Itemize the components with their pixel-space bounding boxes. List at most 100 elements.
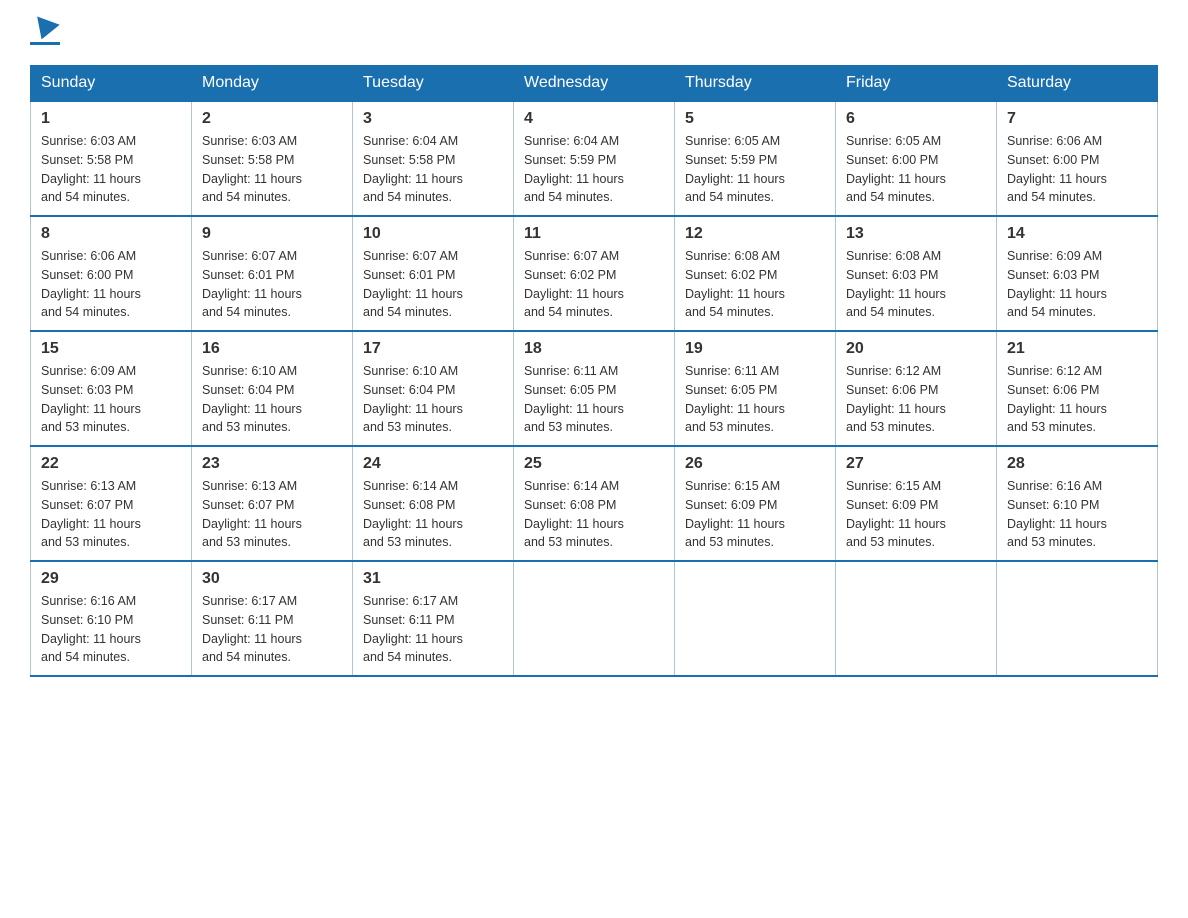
table-row: 12 Sunrise: 6:08 AMSunset: 6:02 PMDayligh… [675,216,836,331]
day-number: 22 [41,455,181,473]
calendar-table: Sunday Monday Tuesday Wednesday Thursday… [30,65,1158,677]
logo [30,20,60,45]
col-monday: Monday [192,66,353,102]
table-row [997,561,1158,676]
table-row: 15 Sunrise: 6:09 AMSunset: 6:03 PMDayligh… [31,331,192,446]
day-number: 13 [846,225,986,243]
calendar-header-row: Sunday Monday Tuesday Wednesday Thursday… [31,66,1158,102]
day-info: Sunrise: 6:15 AMSunset: 6:09 PMDaylight:… [685,477,825,552]
day-number: 2 [202,110,342,128]
day-number: 30 [202,570,342,588]
day-info: Sunrise: 6:11 AMSunset: 6:05 PMDaylight:… [524,362,664,437]
day-number: 14 [1007,225,1147,243]
day-number: 17 [363,340,503,358]
col-saturday: Saturday [997,66,1158,102]
table-row: 11 Sunrise: 6:07 AMSunset: 6:02 PMDayligh… [514,216,675,331]
table-row: 25Sunrise: 6:14 AMSunset: 6:08 PMDayligh… [514,446,675,561]
table-row: 17 Sunrise: 6:10 AMSunset: 6:04 PMDayligh… [353,331,514,446]
day-info: Sunrise: 6:03 AMSunset: 5:58 PMDaylight:… [41,132,181,207]
day-info: Sunrise: 6:04 AMSunset: 5:58 PMDaylight:… [363,132,503,207]
table-row: 8Sunrise: 6:06 AMSunset: 6:00 PMDaylight… [31,216,192,331]
table-row: 16 Sunrise: 6:10 AMSunset: 6:04 PMDayligh… [192,331,353,446]
day-info: Sunrise: 6:09 AMSunset: 6:03 PMDaylight:… [1007,247,1147,322]
day-info: Sunrise: 6:10 AMSunset: 6:04 PMDaylight:… [202,362,342,437]
table-row: 31 Sunrise: 6:17 AMSunset: 6:11 PMDayligh… [353,561,514,676]
day-info: Sunrise: 6:07 AMSunset: 6:01 PMDaylight:… [363,247,503,322]
col-sunday: Sunday [31,66,192,102]
table-row: 3 Sunrise: 6:04 AMSunset: 5:58 PMDaylight… [353,101,514,216]
day-number: 16 [202,340,342,358]
table-row: 5 Sunrise: 6:05 AMSunset: 5:59 PMDaylight… [675,101,836,216]
table-row: 7 Sunrise: 6:06 AMSunset: 6:00 PMDaylight… [997,101,1158,216]
calendar-week-row: 8Sunrise: 6:06 AMSunset: 6:00 PMDaylight… [31,216,1158,331]
day-info: Sunrise: 6:12 AMSunset: 6:06 PMDaylight:… [846,362,986,437]
table-row: 21 Sunrise: 6:12 AMSunset: 6:06 PMDayligh… [997,331,1158,446]
table-row: 10 Sunrise: 6:07 AMSunset: 6:01 PMDayligh… [353,216,514,331]
table-row: 13 Sunrise: 6:08 AMSunset: 6:03 PMDayligh… [836,216,997,331]
day-number: 28 [1007,455,1147,473]
day-number: 11 [524,225,664,243]
table-row: 22 Sunrise: 6:13 AMSunset: 6:07 PMDayligh… [31,446,192,561]
day-number: 9 [202,225,342,243]
day-number: 1 [41,110,181,128]
day-number: 12 [685,225,825,243]
day-info: Sunrise: 6:09 AMSunset: 6:03 PMDaylight:… [41,362,181,437]
logo-triangle-icon [30,16,59,43]
page-header [30,20,1158,45]
col-friday: Friday [836,66,997,102]
day-info: Sunrise: 6:11 AMSunset: 6:05 PMDaylight:… [685,362,825,437]
table-row [836,561,997,676]
day-info: Sunrise: 6:10 AMSunset: 6:04 PMDaylight:… [363,362,503,437]
table-row: 24 Sunrise: 6:14 AMSunset: 6:08 PMDayligh… [353,446,514,561]
day-info: Sunrise: 6:08 AMSunset: 6:02 PMDaylight:… [685,247,825,322]
day-number: 15 [41,340,181,358]
day-number: 3 [363,110,503,128]
day-info: Sunrise: 6:13 AMSunset: 6:07 PMDaylight:… [41,477,181,552]
day-info: Sunrise: 6:06 AMSunset: 6:00 PMDaylight:… [1007,132,1147,207]
day-info: Sunrise: 6:14 AMSunset: 6:08 PMDaylight:… [363,477,503,552]
day-number: 18 [524,340,664,358]
day-number: 26 [685,455,825,473]
day-info: Sunrise: 6:04 AMSunset: 5:59 PMDaylight:… [524,132,664,207]
day-number: 20 [846,340,986,358]
day-info: Sunrise: 6:17 AMSunset: 6:11 PMDaylight:… [202,592,342,667]
col-tuesday: Tuesday [353,66,514,102]
day-info: Sunrise: 6:17 AMSunset: 6:11 PMDaylight:… [363,592,503,667]
day-number: 23 [202,455,342,473]
day-info: Sunrise: 6:05 AMSunset: 5:59 PMDaylight:… [685,132,825,207]
day-info: Sunrise: 6:06 AMSunset: 6:00 PMDaylight:… [41,247,181,322]
day-number: 10 [363,225,503,243]
logo-underline [30,42,60,45]
day-number: 31 [363,570,503,588]
day-number: 4 [524,110,664,128]
day-info: Sunrise: 6:07 AMSunset: 6:02 PMDaylight:… [524,247,664,322]
table-row: 20 Sunrise: 6:12 AMSunset: 6:06 PMDayligh… [836,331,997,446]
table-row: 1 Sunrise: 6:03 AMSunset: 5:58 PMDaylight… [31,101,192,216]
table-row: 27Sunrise: 6:15 AMSunset: 6:09 PMDayligh… [836,446,997,561]
day-info: Sunrise: 6:16 AMSunset: 6:10 PMDaylight:… [1007,477,1147,552]
day-info: Sunrise: 6:03 AMSunset: 5:58 PMDaylight:… [202,132,342,207]
calendar-week-row: 15 Sunrise: 6:09 AMSunset: 6:03 PMDayligh… [31,331,1158,446]
col-thursday: Thursday [675,66,836,102]
calendar-week-row: 1 Sunrise: 6:03 AMSunset: 5:58 PMDaylight… [31,101,1158,216]
day-number: 7 [1007,110,1147,128]
table-row [514,561,675,676]
day-number: 29 [41,570,181,588]
table-row: 4 Sunrise: 6:04 AMSunset: 5:59 PMDaylight… [514,101,675,216]
table-row [675,561,836,676]
day-number: 5 [685,110,825,128]
day-info: Sunrise: 6:07 AMSunset: 6:01 PMDaylight:… [202,247,342,322]
day-number: 19 [685,340,825,358]
day-info: Sunrise: 6:15 AMSunset: 6:09 PMDaylight:… [846,477,986,552]
table-row: 29Sunrise: 6:16 AMSunset: 6:10 PMDayligh… [31,561,192,676]
day-info: Sunrise: 6:05 AMSunset: 6:00 PMDaylight:… [846,132,986,207]
day-info: Sunrise: 6:12 AMSunset: 6:06 PMDaylight:… [1007,362,1147,437]
table-row: 30 Sunrise: 6:17 AMSunset: 6:11 PMDayligh… [192,561,353,676]
day-info: Sunrise: 6:08 AMSunset: 6:03 PMDaylight:… [846,247,986,322]
day-number: 24 [363,455,503,473]
calendar-week-row: 22 Sunrise: 6:13 AMSunset: 6:07 PMDayligh… [31,446,1158,561]
day-number: 21 [1007,340,1147,358]
table-row: 28 Sunrise: 6:16 AMSunset: 6:10 PMDayligh… [997,446,1158,561]
table-row: 2 Sunrise: 6:03 AMSunset: 5:58 PMDaylight… [192,101,353,216]
table-row: 6Sunrise: 6:05 AMSunset: 6:00 PMDaylight… [836,101,997,216]
